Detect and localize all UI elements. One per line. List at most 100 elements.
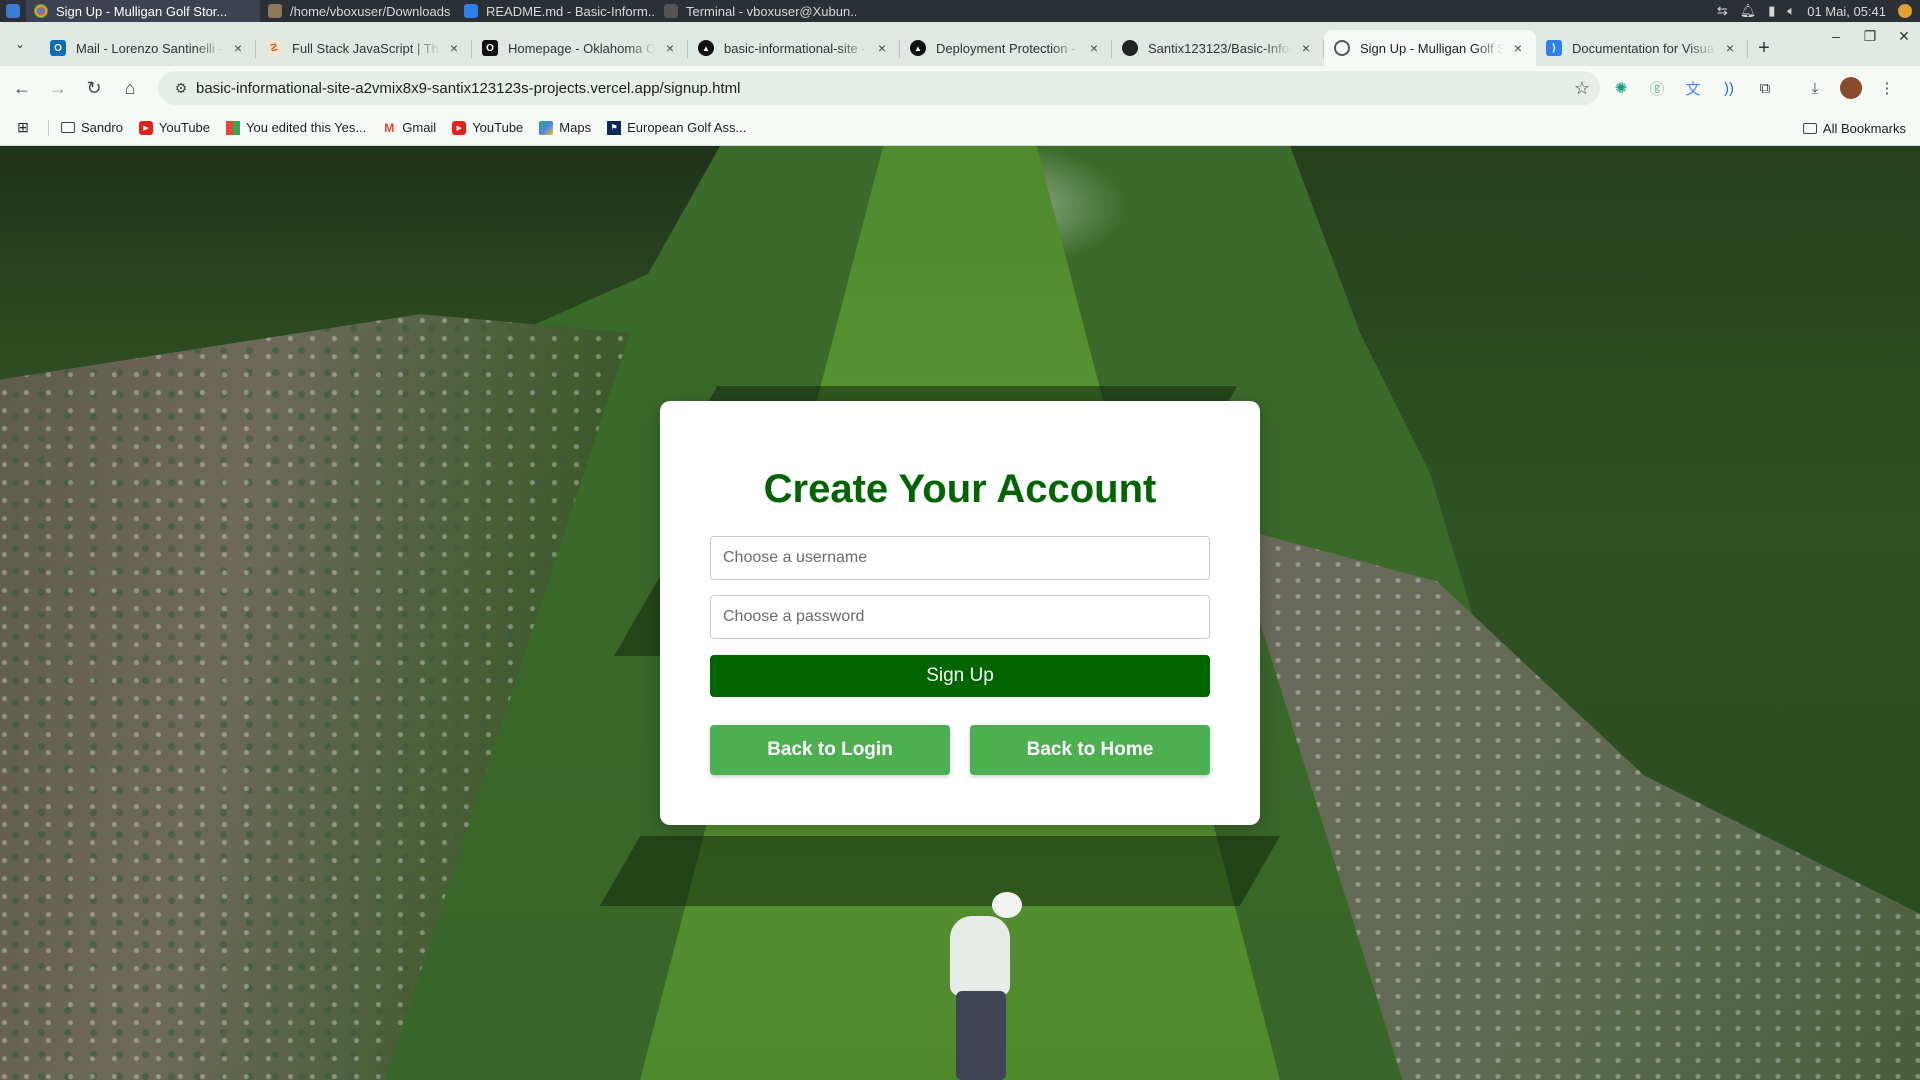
arrow-right-icon: → — [49, 77, 67, 98]
tab-search-button[interactable]: ⌄ — [6, 30, 34, 58]
close-icon[interactable]: × — [230, 40, 246, 56]
tab-label: Sign Up - Mulligan Golf S — [1360, 40, 1504, 56]
apps-button[interactable]: ⊞ — [8, 114, 44, 142]
outlook-icon: O — [50, 40, 66, 56]
tab-deployment-protection[interactable]: ▲ Deployment Protection - × — [900, 30, 1112, 66]
site-info-icon[interactable]: ⚙ — [166, 80, 196, 97]
forward-button[interactable]: → — [40, 70, 76, 106]
tab-mail[interactable]: O Mail - Lorenzo Santinelli - × — [40, 30, 256, 66]
close-icon[interactable]: × — [1510, 40, 1526, 56]
restore-icon[interactable]: ❐ — [1860, 28, 1880, 45]
back-to-home-button[interactable]: Back to Home — [970, 725, 1210, 775]
bookmark-sheets[interactable]: You edited this Yes... — [218, 114, 374, 142]
close-icon[interactable]: × — [1086, 40, 1102, 56]
close-window-icon[interactable]: ✕ — [1894, 28, 1914, 45]
sign-up-button[interactable]: Sign Up — [710, 655, 1210, 697]
network-icon[interactable]: ⇆ — [1717, 3, 1728, 19]
home-icon: ⌂ — [124, 77, 136, 98]
vercel-icon: ▲ — [910, 40, 926, 56]
all-bookmarks-label: All Bookmarks — [1822, 120, 1906, 136]
close-icon[interactable]: × — [1298, 40, 1314, 56]
reload-button[interactable]: ↻ — [76, 70, 112, 106]
bookmark-sandro[interactable]: Sandro — [53, 114, 131, 142]
volume-muted-icon[interactable]: 🔈︎ — [1787, 3, 1795, 19]
battery-icon[interactable]: ▮ — [1768, 3, 1775, 19]
tab-label: Santix123123/Basic-Infor — [1148, 40, 1292, 56]
folder-icon — [268, 4, 282, 18]
signup-card: Create Your Account Sign Up Back to Logi… — [660, 401, 1260, 825]
plus-icon: + — [1758, 36, 1770, 59]
bookmark-label: YouTube — [472, 120, 524, 135]
translate-extension-icon[interactable]: 文 — [1682, 77, 1704, 99]
golfer-legs — [956, 991, 1006, 1080]
golfer — [930, 886, 1040, 1080]
url-text[interactable]: basic-informational-site-a2vmix8x9-santi… — [196, 80, 1564, 97]
tab-vercel-site[interactable]: ▲ basic-informational-site - × — [688, 30, 900, 66]
user-avatar-icon[interactable] — [1898, 4, 1912, 18]
grammarly-extension-icon[interactable]: ⓖ — [1646, 77, 1668, 99]
terminal-icon — [664, 4, 678, 18]
tab-label: Full Stack JavaScript | The — [292, 40, 440, 56]
bookmark-label: Gmail — [402, 120, 437, 135]
address-bar[interactable]: ⚙ basic-informational-site-a2vmix8x9-san… — [158, 71, 1600, 105]
tab-github[interactable]: Santix123123/Basic-Infor × — [1112, 30, 1324, 66]
notification-bell-icon[interactable]: 🔔︎ — [1740, 3, 1757, 19]
extensions-row: ✺ ⓖ 文 )) ⧉ ⤓ ⋮ — [1610, 66, 1898, 110]
reload-icon: ↻ — [86, 77, 102, 98]
gmail-icon: M — [384, 120, 395, 135]
bookmark-youtube-2[interactable]: ▶ YouTube — [444, 114, 531, 142]
tab-label: Mail - Lorenzo Santinelli - — [76, 40, 223, 56]
tab-oklahoma[interactable]: O Homepage - Oklahoma C × — [472, 30, 688, 66]
password-input[interactable] — [710, 595, 1210, 639]
minimize-icon[interactable]: – — [1826, 28, 1846, 45]
chatgpt-extension-icon[interactable]: ✺ — [1610, 77, 1632, 99]
vercel-icon: ▲ — [698, 40, 714, 56]
golfer-cap — [992, 892, 1022, 918]
vscode-icon — [464, 4, 478, 18]
youtube-icon: ▶ — [138, 120, 153, 135]
close-icon[interactable]: × — [874, 40, 890, 56]
tab-odin[interactable]: ☡ Full Stack JavaScript | The × — [256, 30, 472, 66]
google-sheets-icon — [226, 120, 241, 135]
chevron-down-icon: ⌄ — [14, 37, 26, 51]
home-button[interactable]: ⌂ — [112, 70, 148, 106]
back-to-login-button[interactable]: Back to Login — [710, 725, 950, 775]
bookmark-maps[interactable]: Maps — [531, 114, 599, 142]
os-taskbar: Sign Up - Mulligan Golf Stor... /home/vb… — [0, 0, 1920, 22]
xfce-menu-icon — [6, 4, 20, 18]
bookmark-label: YouTube — [158, 120, 211, 135]
tab-label: Documentation for Visua — [1572, 40, 1715, 56]
clock[interactable]: 01 Mai, 05:41 — [1807, 4, 1886, 19]
back-button[interactable]: ← — [4, 70, 40, 106]
close-icon[interactable]: × — [446, 40, 462, 56]
tab-vscode-docs[interactable]: ⟩ Documentation for Visua × — [1536, 30, 1748, 66]
bookmark-ega[interactable]: ⚑ European Golf Ass... — [599, 114, 754, 142]
signup-title: Create Your Account — [763, 467, 1157, 511]
puzzle-extensions-icon[interactable]: ⧉ — [1754, 77, 1776, 99]
app-menu-button[interactable] — [0, 0, 26, 22]
read-aloud-extension-icon[interactable]: )) — [1718, 77, 1740, 99]
tab-label: Deployment Protection - — [936, 40, 1076, 56]
close-icon[interactable]: × — [1722, 40, 1738, 56]
bookmark-youtube-1[interactable]: ▶ YouTube — [131, 114, 218, 142]
taskbar-item-chrome[interactable]: Sign Up - Mulligan Golf Stor... — [26, 0, 260, 22]
bookmark-label: Maps — [559, 120, 592, 135]
taskbar-item-label: Sign Up - Mulligan Golf Stor... — [56, 3, 228, 19]
all-bookmarks[interactable]: All Bookmarks — [1795, 114, 1914, 142]
taskbar-item-label: Terminal - vboxuser@Xubun... — [686, 3, 856, 19]
tab-label: basic-informational-site - — [724, 40, 866, 56]
new-tab-button[interactable]: + — [1748, 30, 1780, 66]
bookmark-star-icon[interactable]: ☆ — [1564, 78, 1600, 99]
close-icon[interactable]: × — [662, 40, 678, 56]
username-input[interactable] — [710, 536, 1210, 580]
bookmark-gmail[interactable]: M Gmail — [374, 114, 444, 142]
download-icon[interactable]: ⤓ — [1804, 77, 1826, 99]
bookmark-label: European Golf Ass... — [627, 120, 747, 135]
taskbar-item-files[interactable]: /home/vboxuser/Downloads — [260, 0, 456, 22]
browser-tab-strip: ⌄ O Mail - Lorenzo Santinelli - × ☡ Full… — [0, 22, 1920, 66]
tab-signup-active[interactable]: Sign Up - Mulligan Golf S × — [1324, 30, 1536, 66]
taskbar-item-terminal[interactable]: Terminal - vboxuser@Xubun... — [656, 0, 856, 22]
taskbar-item-vscode[interactable]: README.md - Basic-Inform... — [456, 0, 656, 22]
profile-avatar[interactable] — [1840, 77, 1862, 99]
kebab-menu-icon[interactable]: ⋮ — [1876, 77, 1898, 99]
